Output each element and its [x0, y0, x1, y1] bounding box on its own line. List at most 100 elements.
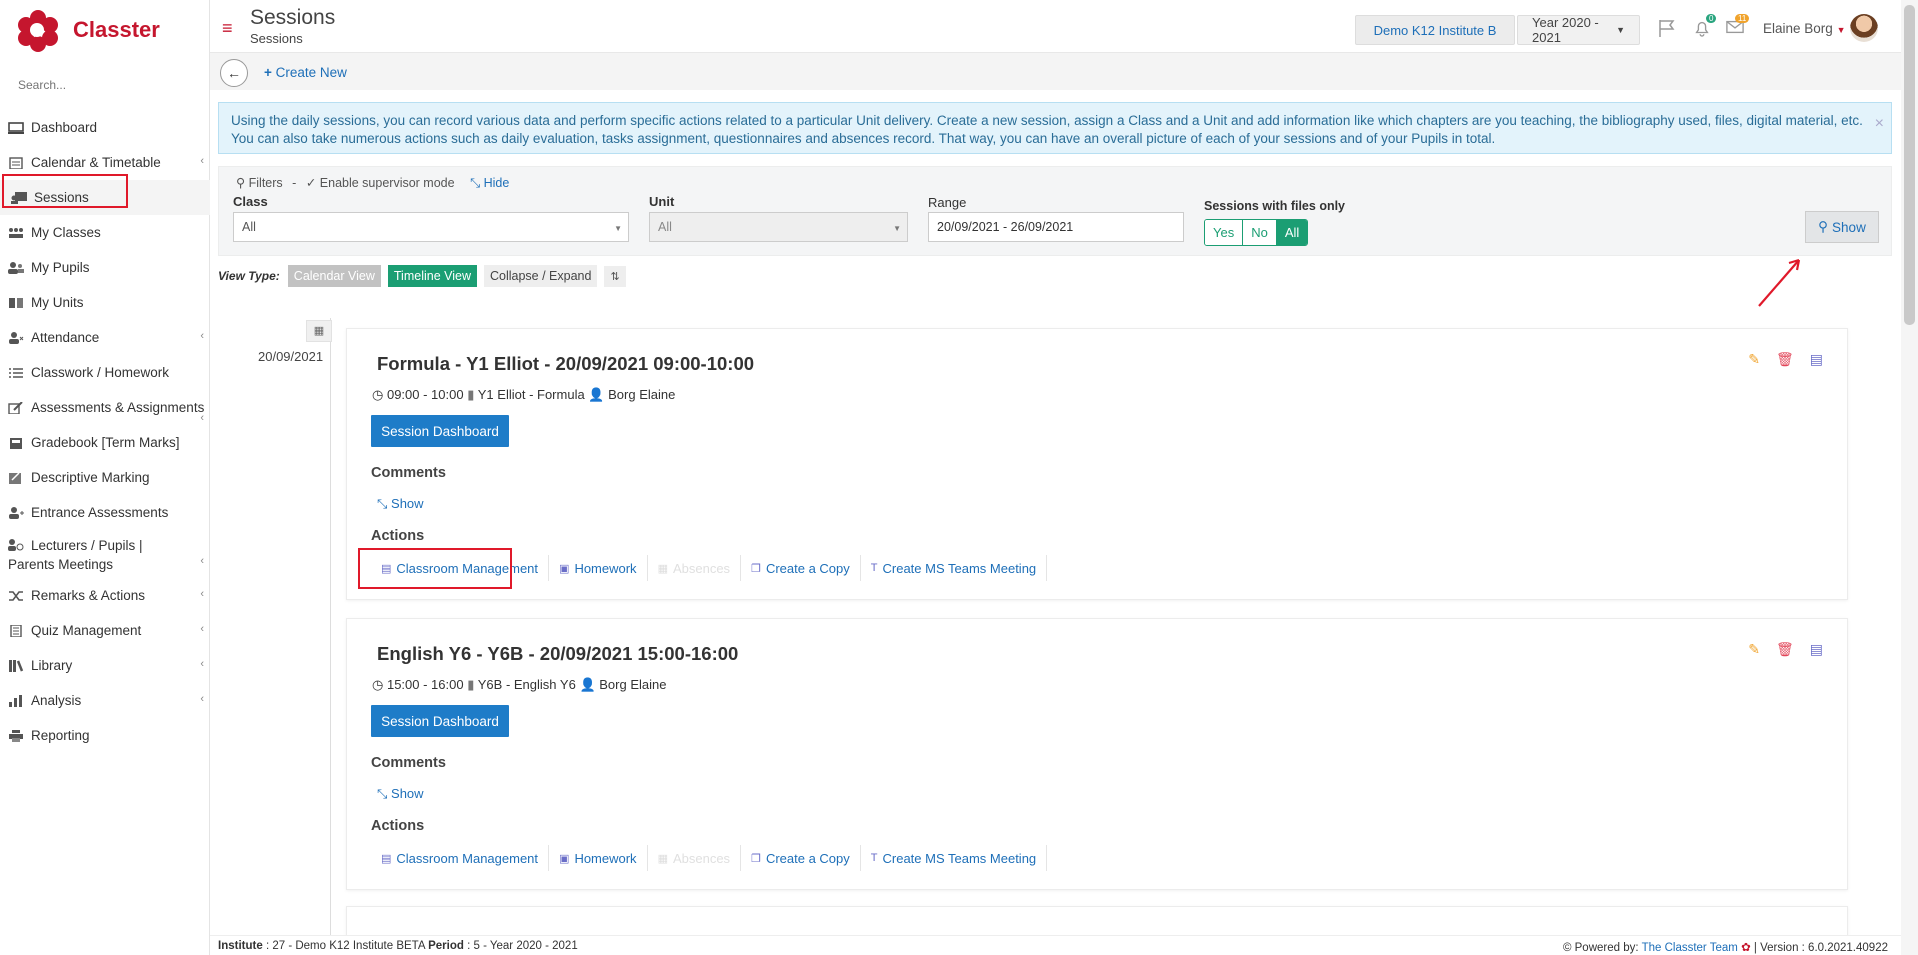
chevron-left-icon: ‹ [200, 555, 204, 567]
hamburger-menu-icon[interactable]: ≡ [222, 18, 233, 39]
unit-select[interactable]: All ▼ [649, 212, 908, 242]
chevron-left-icon: ‹ [200, 330, 204, 342]
footer-institute-value: : 27 - Demo K12 Institute BETA [265, 940, 425, 952]
classter-logo-icon [18, 10, 58, 52]
classroom-management-button[interactable]: ▤ Classroom Management [371, 845, 550, 871]
user-menu[interactable]: Elaine Borg ▼ [1763, 21, 1845, 36]
sidebar-item-reporting[interactable]: Reporting [0, 718, 210, 753]
class-select[interactable]: All ▼ [233, 212, 629, 242]
show-button[interactable]: ⚲ Show [1805, 211, 1879, 243]
supervisor-mode-toggle[interactable]: ✓ Enable supervisor mode [306, 176, 455, 190]
sidebar-item-quiz[interactable]: Quiz Management ‹ [0, 613, 210, 648]
files-no-button[interactable]: No [1243, 220, 1277, 245]
pencil-icon[interactable]: ✎ [1748, 351, 1760, 368]
avatar[interactable] [1850, 14, 1878, 42]
sessions-highlight-box [2, 174, 128, 208]
footer-period-label: Period [428, 940, 464, 952]
trash-icon[interactable]: 🗑 [1776, 641, 1794, 658]
sort-icon[interactable]: ⇅ [604, 265, 626, 287]
session-dashboard-button[interactable]: Session Dashboard [371, 705, 509, 737]
actions-heading: Actions [371, 528, 425, 544]
annotation-arrow [1758, 258, 1801, 307]
institute-selector[interactable]: Demo K12 Institute B [1355, 15, 1515, 45]
user-icon: 👤 [579, 677, 596, 692]
collapse-expand-button[interactable]: Collapse / Expand [484, 265, 598, 287]
back-button[interactable]: ← [220, 59, 248, 87]
classroom-icon[interactable]: ▤ [1810, 641, 1823, 658]
sidebar-item-dashboard[interactable]: Dashboard [0, 110, 210, 145]
sidebar-item-library[interactable]: Library ‹ [0, 648, 210, 683]
homework-button[interactable]: ▣ Homework [549, 555, 648, 581]
sidebar-item-meetings[interactable]: Lecturers / Pupils | Parents Meetings ‹ [0, 530, 210, 578]
scrollbar[interactable] [1901, 0, 1918, 955]
book-icon: ▮ [467, 387, 475, 402]
book-icon: ▮ [467, 677, 475, 692]
create-new-button[interactable]: + Create New [264, 65, 347, 80]
classter-team-link[interactable]: The Classter Team [1642, 942, 1738, 954]
absences-icon: ▦ [657, 852, 668, 865]
hide-filters-link[interactable]: ⤡ Hide [470, 176, 509, 190]
classroom-icon[interactable]: ▤ [1810, 351, 1823, 368]
class-value: All [242, 220, 256, 234]
sidebar-item-attendance[interactable]: Attendance ‹ [0, 320, 210, 355]
year-selector[interactable]: Year 2020 - 2021 ▼ [1517, 15, 1640, 45]
sidebar-item-gradebook[interactable]: Gradebook [Term Marks] [0, 425, 210, 460]
comments-show-link[interactable]: ⤡ Show [377, 496, 424, 512]
files-all-button[interactable]: All [1276, 220, 1308, 245]
calendar-view-button[interactable]: Calendar View [287, 265, 381, 287]
close-icon[interactable]: × [1875, 115, 1884, 133]
absences-button[interactable]: ▦ Absences [648, 555, 742, 581]
pin-icon: ⤡ [377, 786, 388, 801]
sidebar-item-my-units[interactable]: My Units [0, 285, 210, 320]
search-icon: ⚲ [236, 176, 246, 190]
classter-logo[interactable]: Classter [18, 10, 160, 52]
sidebar: Classter Dashboard Calendar & Timetable … [0, 0, 210, 955]
homework-icon: ▣ [559, 852, 570, 865]
sidebar-item-remarks[interactable]: Remarks & Actions ‹ [0, 578, 210, 613]
create-teams-meeting-button[interactable]: T Create MS Teams Meeting [861, 845, 1048, 871]
files-yes-button[interactable]: Yes [1205, 220, 1244, 245]
page-subtitle: Sessions [250, 31, 303, 46]
homework-button[interactable]: ▣ Homework [549, 845, 648, 871]
caret-down-icon: ▼ [614, 224, 622, 233]
sidebar-item-entrance-assessments[interactable]: Entrance Assessments [0, 495, 210, 530]
top-bar: ≡ Sessions Sessions Demo K12 Institute B… [210, 0, 1918, 52]
sidebar-item-my-classes[interactable]: My Classes [0, 215, 210, 250]
trash-icon[interactable]: 🗑 [1776, 351, 1794, 368]
edit-icon [8, 401, 23, 414]
library-icon [9, 659, 24, 672]
comments-show-label: Show [391, 496, 424, 511]
absences-label: Absences [672, 560, 731, 576]
search-input[interactable] [18, 78, 198, 92]
absences-button[interactable]: ▦ Absences [648, 845, 742, 871]
create-copy-button[interactable]: ❐ Create a Copy [741, 555, 861, 581]
sidebar-item-analysis[interactable]: Analysis ‹ [0, 683, 210, 718]
year-label: Year 2020 - 2021 [1532, 15, 1599, 45]
files-only-toggle: Yes No All [1204, 219, 1309, 246]
sidebar-item-descriptive-marking[interactable]: Descriptive Marking [0, 460, 210, 495]
scrollbar-thumb[interactable] [1904, 5, 1915, 325]
comments-show-link[interactable]: ⤡ Show [377, 786, 424, 802]
chevron-left-icon: ‹ [200, 658, 204, 670]
absences-label: Absences [672, 850, 731, 866]
range-input[interactable]: 20/09/2021 - 26/09/2021 [928, 212, 1184, 242]
flag-icon[interactable] [1657, 18, 1677, 38]
filter-links: ⚲ Filters - ✓ Enable supervisor mode ⤡ H… [236, 176, 510, 190]
create-copy-button[interactable]: ❐ Create a Copy [741, 845, 861, 871]
filter-toggle[interactable]: ⚲ Filters [236, 176, 283, 190]
homework-label: Homework [574, 850, 637, 866]
create-teams-meeting-label: Create MS Teams Meeting [882, 560, 1037, 576]
timeline-view-button[interactable]: Timeline View [387, 265, 477, 287]
create-teams-meeting-button[interactable]: T Create MS Teams Meeting [861, 555, 1048, 581]
sidebar-item-classwork[interactable]: Classwork / Homework [0, 355, 210, 390]
session-teacher: Borg Elaine [608, 387, 676, 402]
session-card: Formula - Y1 Elliot - 20/09/2021 09:00-1… [346, 328, 1848, 600]
sidebar-item-assessments[interactable]: Assessments & Assignments ‹ [0, 390, 210, 425]
pencil-icon[interactable]: ✎ [1748, 641, 1760, 658]
ms-teams-icon: T [870, 852, 878, 864]
clock-icon: ◷ [372, 677, 384, 692]
sidebar-item-my-pupils[interactable]: My Pupils [0, 250, 210, 285]
copyright-icon: © [1562, 942, 1572, 954]
session-dashboard-button[interactable]: Session Dashboard [371, 415, 509, 447]
copy-icon: ❐ [751, 562, 761, 575]
